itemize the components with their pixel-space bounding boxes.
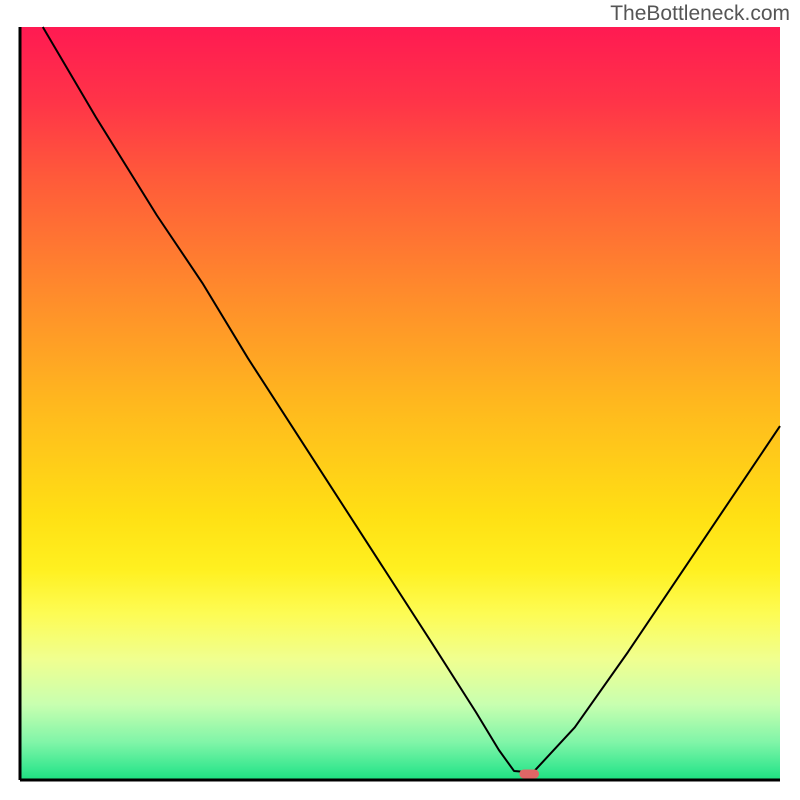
watermark-text: TheBottleneck.com [610,2,790,26]
chart-container: TheBottleneck.com [0,0,800,800]
bottleneck-chart [0,0,800,800]
optimal-marker [519,769,539,778]
gradient-background [20,27,780,780]
